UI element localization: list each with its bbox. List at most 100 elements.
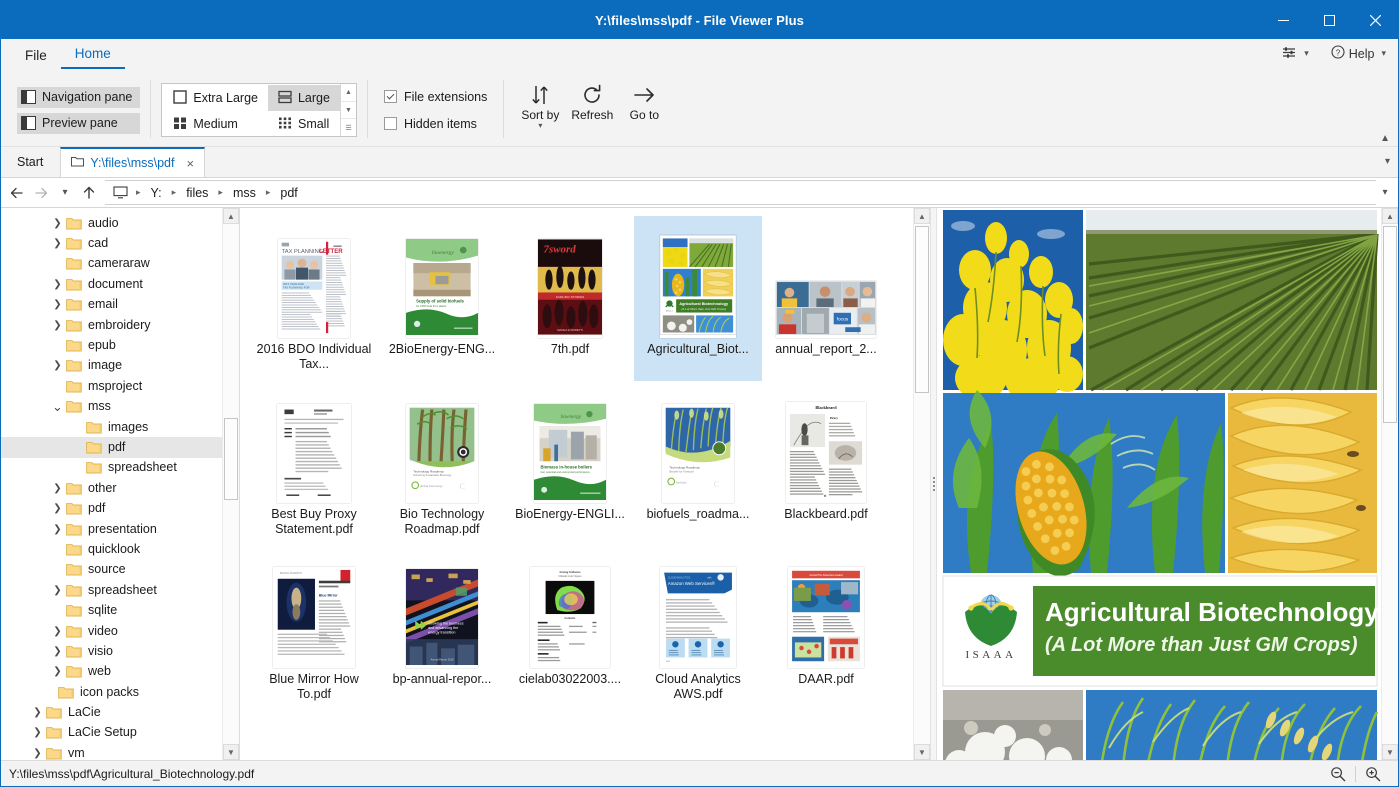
tree-item-images[interactable]: images [1,417,222,437]
tree-item-mss[interactable]: ⌄mss [1,397,222,417]
zoom-in-button[interactable] [1356,762,1390,785]
spinner-up-icon[interactable]: ▲ [341,84,356,102]
close-button[interactable] [1352,1,1398,39]
zoom-out-button[interactable] [1321,762,1355,785]
file-item[interactable]: focus annual_report_2... [762,216,890,381]
tree-item-other[interactable]: ❯other [1,478,222,498]
navigation-pane-button[interactable]: Navigation pane [17,87,140,108]
tree-item-video[interactable]: ❯video [1,621,222,641]
hidden-items-checkbox-row[interactable]: Hidden items [384,117,487,131]
chevron-right-icon[interactable]: ❯ [49,360,66,371]
tree-item-audio[interactable]: ❯audio [1,213,222,233]
tree-item-cameraraw[interactable]: cameraraw [1,254,222,274]
tree-item-web[interactable]: ❯web [1,662,222,682]
file-item[interactable]: TAX PLANNING LETTER 2016 YEAR-END TAX PL… [250,216,378,381]
file-extensions-checkbox-row[interactable]: File extensions [384,90,487,104]
breadcrumb[interactable]: ▸ Y: ▸ files ▸ mss ▸ pdf [105,180,1376,205]
tree-item-pdf[interactable]: ❯pdf [1,498,222,518]
preview-pane-button[interactable]: Preview pane [17,113,140,134]
tree-item-document[interactable]: ❯document [1,274,222,294]
chevron-right-icon[interactable]: ❯ [29,707,46,718]
file-item[interactable] [378,711,506,760]
chevron-right-icon[interactable]: ❯ [49,646,66,657]
scroll-up-icon[interactable]: ▲ [914,208,930,224]
file-item[interactable]: LEGEND FINAL FANTASY [506,711,634,760]
tree-item-email[interactable]: ❯email [1,295,222,315]
tree-item-vm[interactable]: ❯vm [1,743,222,760]
tab-current-folder[interactable]: Y:\files\mss\pdf × [60,147,205,177]
ribbon-tab-file[interactable]: File [11,44,61,69]
spinner-more-icon[interactable]: ☰ [341,119,356,136]
up-button[interactable] [77,181,101,205]
chevron-down-icon[interactable]: ⌄ [49,399,66,415]
tree-item-embroidery[interactable]: ❯embroidery [1,315,222,335]
scroll-up-icon[interactable]: ▲ [1382,208,1398,224]
navigation-scroll-thumb[interactable] [224,418,238,500]
tab-list-chevron-icon[interactable]: ▾ [1385,156,1390,167]
address-dropdown-icon[interactable]: ▾ [1376,187,1394,198]
pane-splitter[interactable] [930,208,937,760]
breadcrumb-item-drive[interactable]: Y: [145,184,168,202]
tab-start[interactable]: Start [1,147,60,177]
back-button[interactable] [5,181,29,205]
file-item[interactable]: Best Buy Proxy Statement.pdf [250,381,378,546]
chevron-down-icon[interactable]: ▾ [538,122,542,130]
file-item[interactable]: Technology Roadmap Delivering Sustainabl… [378,381,506,546]
sort-by-button[interactable]: Sort by ▾ [514,76,566,130]
view-size-spinner[interactable]: ▲ ▼ ☰ [340,84,356,136]
preview-document[interactable]: ISAAA Agricultural Biotechnology (A Lot … [937,208,1381,760]
maximize-button[interactable] [1306,1,1352,39]
tree-item-quicklook[interactable]: quicklook [1,539,222,559]
file-grid-scrollbar[interactable]: ▲ ▼ [913,208,930,760]
file-item[interactable]: mHealth New frontiers of health through … [762,711,890,760]
collapse-ribbon-button[interactable]: ▲ [1380,133,1390,144]
scroll-down-icon[interactable]: ▼ [914,744,930,760]
view-size-small[interactable]: Small [268,111,340,137]
go-to-button[interactable]: Go to [618,76,670,122]
scroll-up-icon[interactable]: ▲ [223,208,239,224]
breadcrumb-item-files[interactable]: files [180,184,214,202]
breadcrumb-item-mss[interactable]: mss [227,184,262,202]
computer-icon[interactable] [109,186,132,199]
file-item[interactable]: ISAAA Agricultural Biotechnology (A Lot … [634,216,762,381]
file-extensions-checkbox[interactable] [384,90,397,103]
hidden-items-checkbox[interactable] [384,117,397,130]
file-item[interactable]: Technology Roadmap Biofuels for Transpor… [634,381,762,546]
chevron-right-icon[interactable]: ❯ [29,727,46,738]
tree-item-msproject[interactable]: msproject [1,376,222,396]
file-grid-scroll-thumb[interactable] [915,226,929,393]
chevron-right-icon[interactable]: ❯ [49,585,66,596]
refresh-button[interactable]: Refresh [566,76,618,122]
help-button[interactable]: ? Help ▾ [1327,43,1390,64]
preview-scrollbar[interactable]: ▲ ▼ [1381,208,1398,760]
file-item[interactable]: CLOUD ANALYTICS Amazon Web Services® wit… [634,546,762,711]
view-size-large[interactable]: Large [268,85,340,111]
tree-item-presentation[interactable]: ❯presentation [1,519,222,539]
navigation-scrollbar[interactable]: ▲ ▼ [222,208,239,760]
file-item[interactable]: A JOURNEY TO THE CLOUD AND BEYOND [250,711,378,760]
tree-item-spreadsheet[interactable]: spreadsheet [1,458,222,478]
recent-locations-button[interactable]: ▾ [53,181,77,205]
chevron-right-icon[interactable]: ❯ [49,666,66,677]
breadcrumb-item-pdf[interactable]: pdf [274,184,303,202]
file-item[interactable]: bioenergy Biomass in-house boilers fuel,… [506,381,634,546]
chevron-right-icon[interactable]: ❯ [49,279,66,290]
scroll-down-icon[interactable]: ▼ [223,744,239,760]
preview-scroll-thumb[interactable] [1383,226,1397,423]
tree-item-source[interactable]: source [1,560,222,580]
tree-item-lacie-setup[interactable]: ❯LaCie Setup [1,723,222,743]
spinner-down-icon[interactable]: ▼ [341,102,356,120]
chevron-right-icon[interactable]: ❯ [29,748,46,759]
chevron-right-icon[interactable]: ❯ [49,483,66,494]
settings-sliders-button[interactable]: ▾ [1278,44,1313,64]
file-item[interactable]: 7sword SAMURAI STORIES MANGA & MORETTI 7… [506,216,634,381]
minimize-button[interactable] [1260,1,1306,39]
tree-item-icon-packs[interactable]: icon packs [1,682,222,702]
file-item[interactable]: Growing the business and advancing the e… [378,546,506,711]
chevron-right-icon[interactable]: ❯ [49,524,66,535]
tree-item-epub[interactable]: epub [1,335,222,355]
file-item[interactable]: HEALTH TRENDS Emerging and Epidemic: The… [634,711,762,760]
forward-button[interactable] [29,181,53,205]
ribbon-tab-home[interactable]: Home [61,42,125,69]
tree-item-spreadsheet[interactable]: ❯spreadsheet [1,580,222,600]
